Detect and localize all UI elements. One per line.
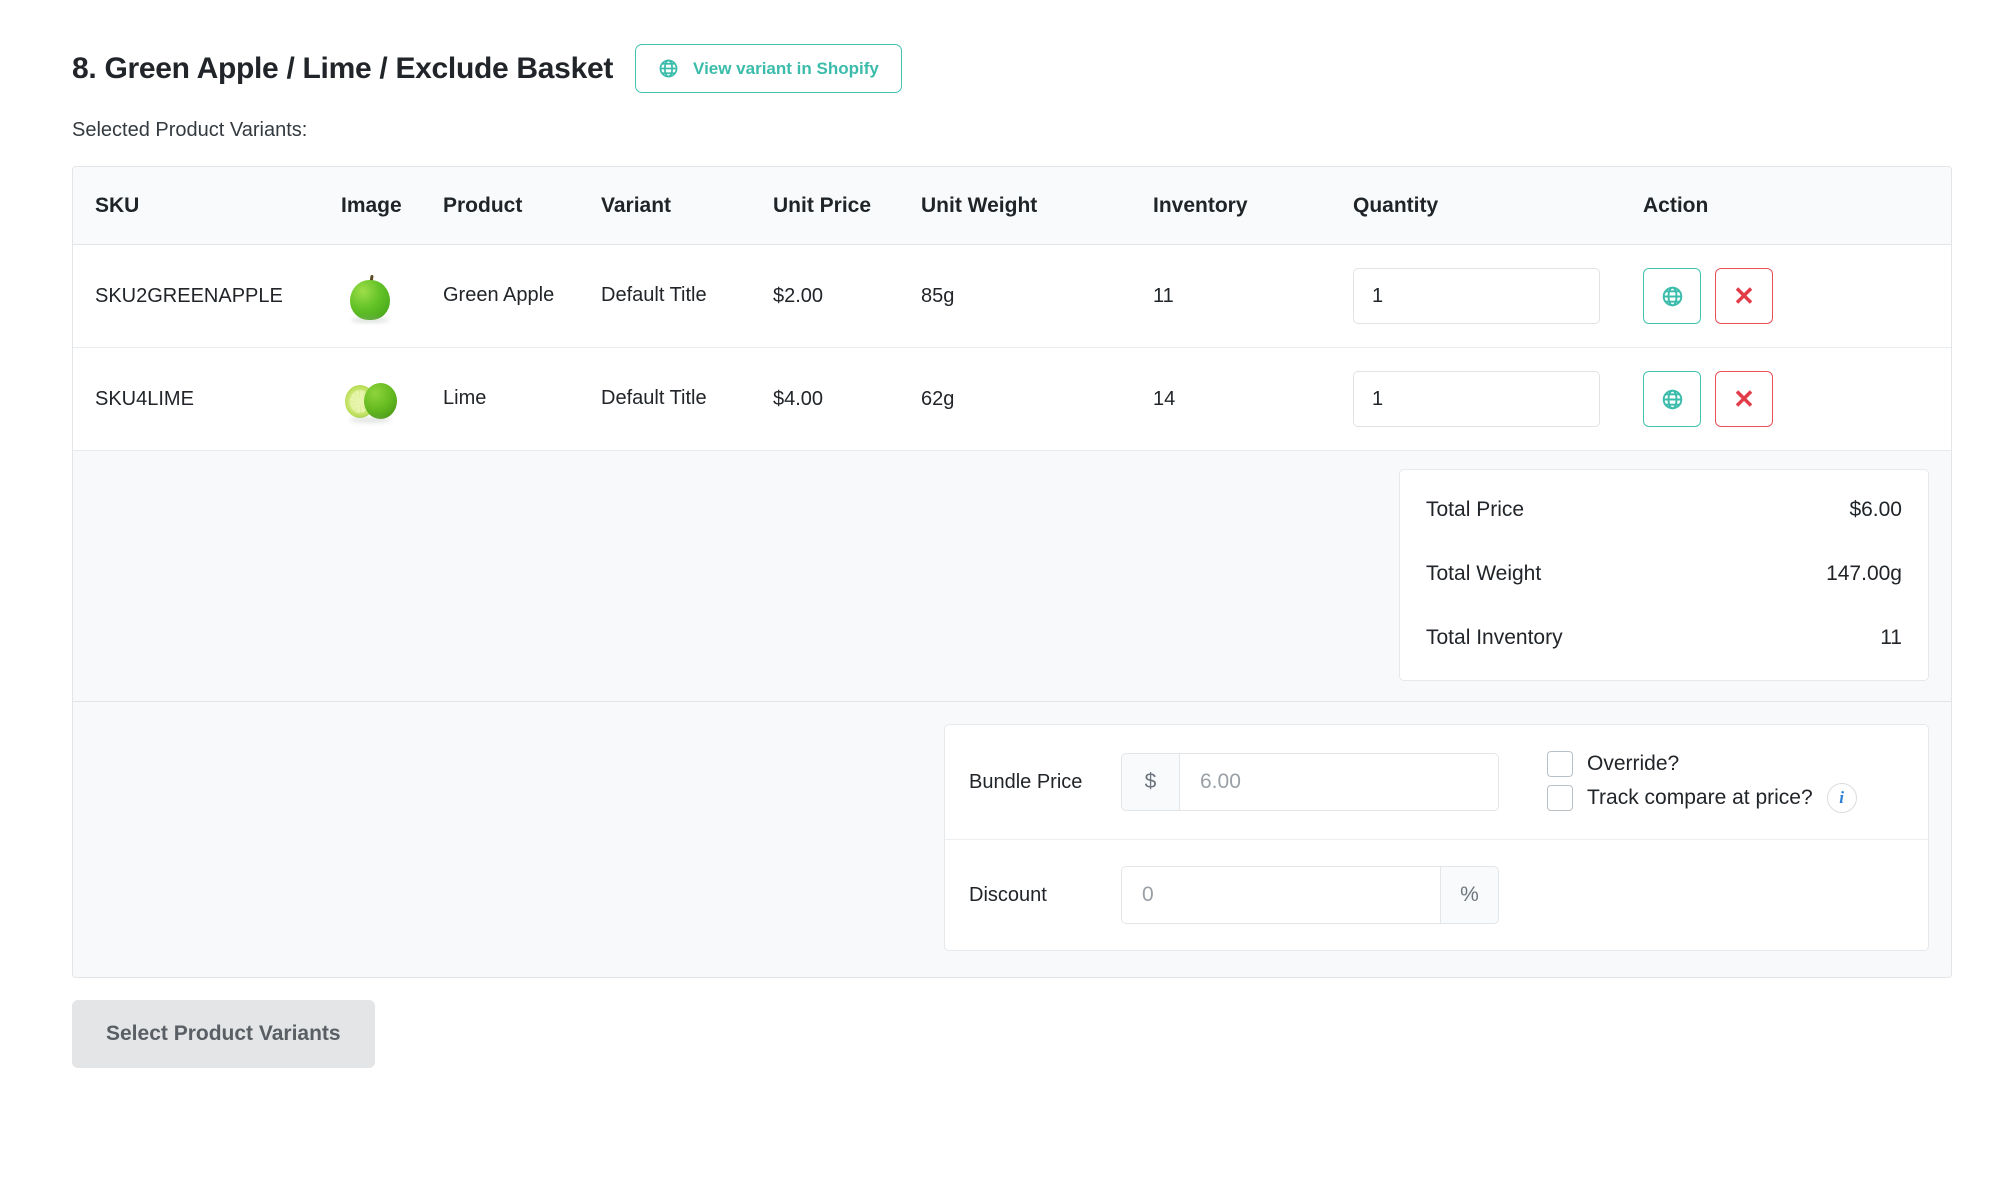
- discount-label: Discount: [969, 884, 1047, 906]
- table-header-row: SKU Image Product Variant Unit Price Uni…: [73, 167, 1951, 245]
- total-inventory-line: Total Inventory 11: [1426, 606, 1902, 670]
- remove-variant-button[interactable]: ✕: [1715, 268, 1773, 324]
- total-weight-label: Total Weight: [1426, 562, 1542, 585]
- row-action-group: ✕: [1643, 268, 1951, 324]
- pricing-cell: Bundle Price $ Override?: [73, 701, 1951, 977]
- cell-unit-price: $2.00: [773, 244, 921, 348]
- cell-unit-price: $4.00: [773, 347, 921, 451]
- total-price-line: Total Price $6.00: [1426, 478, 1902, 542]
- variants-table-container: SKU Image Product Variant Unit Price Uni…: [72, 166, 1952, 978]
- info-icon[interactable]: i: [1826, 783, 1857, 813]
- cell-unit-weight: 85g: [921, 244, 1153, 348]
- cell-image: [341, 244, 443, 348]
- bundle-price-label: Bundle Price: [969, 771, 1083, 793]
- footer-actions: Select Product Variants: [72, 1000, 2000, 1068]
- pricing-card: Bundle Price $ Override?: [944, 724, 1929, 951]
- cell-action: ✕: [1643, 244, 1951, 348]
- discount-line: Discount %: [945, 839, 1928, 950]
- override-checkbox[interactable]: [1547, 751, 1573, 777]
- pricing-holder: Bundle Price $ Override?: [73, 702, 1951, 977]
- bundle-price-input[interactable]: [1179, 753, 1499, 811]
- override-option: Override?: [1547, 751, 1857, 777]
- column-header-sku: SKU: [73, 167, 341, 245]
- row-action-group: ✕: [1643, 371, 1951, 427]
- view-variant-label: View variant in Shopify: [693, 58, 879, 78]
- product-name: Lime: [443, 387, 487, 410]
- cell-variant: Default Title: [601, 244, 773, 348]
- track-compare-checkbox[interactable]: [1547, 785, 1573, 811]
- percent-addon: %: [1441, 866, 1499, 924]
- quantity-input[interactable]: [1353, 268, 1600, 324]
- total-weight-value: 147.00g: [1826, 562, 1902, 585]
- table-body: SKU2GREENAPPLE Green Apple Default Title…: [73, 244, 1951, 977]
- cell-image: [341, 347, 443, 451]
- column-header-unit-price: Unit Price: [773, 167, 921, 245]
- column-header-quantity: Quantity: [1353, 167, 1643, 245]
- quantity-input[interactable]: [1353, 371, 1600, 427]
- cell-sku: SKU2GREENAPPLE: [73, 244, 341, 348]
- table-header: SKU Image Product Variant Unit Price Uni…: [73, 167, 1951, 245]
- column-header-inventory: Inventory: [1153, 167, 1353, 245]
- view-in-shopify-icon-button[interactable]: [1643, 268, 1701, 324]
- override-label: Override?: [1587, 752, 1680, 775]
- total-inventory-value: 11: [1880, 626, 1902, 649]
- globe-icon: [1662, 286, 1682, 306]
- bundle-price-line: Bundle Price $ Override?: [945, 725, 1928, 839]
- total-inventory-label: Total Inventory: [1426, 626, 1563, 649]
- totals-row: Total Price $6.00 Total Weight 147.00g T…: [73, 450, 1951, 702]
- section-header: 8. Green Apple / Lime / Exclude Basket V…: [72, 44, 2000, 93]
- totals-card: Total Price $6.00 Total Weight 147.00g T…: [1399, 469, 1929, 681]
- cell-unit-weight: 62g: [921, 347, 1153, 451]
- discount-input-group: %: [1121, 866, 1499, 924]
- close-x-icon: ✕: [1733, 384, 1755, 414]
- totals-holder: Total Price $6.00 Total Weight 147.00g T…: [73, 451, 1951, 701]
- cell-product: Lime: [443, 347, 601, 451]
- variants-table: SKU Image Product Variant Unit Price Uni…: [73, 167, 1951, 977]
- currency-addon: $: [1121, 753, 1179, 811]
- total-weight-line: Total Weight 147.00g: [1426, 542, 1902, 606]
- totals-cell: Total Price $6.00 Total Weight 147.00g T…: [73, 450, 1951, 702]
- cell-variant: Default Title: [601, 347, 773, 451]
- cell-inventory: 11: [1153, 244, 1353, 348]
- close-x-icon: ✕: [1733, 281, 1755, 311]
- cell-quantity: [1353, 347, 1643, 451]
- column-header-unit-weight: Unit Weight: [921, 167, 1153, 245]
- cell-action: ✕: [1643, 347, 1951, 451]
- globe-icon: [658, 58, 679, 79]
- product-name: Green Apple: [443, 284, 555, 307]
- view-in-shopify-icon-button[interactable]: [1643, 371, 1701, 427]
- track-compare-label: Track compare at price?: [1587, 786, 1813, 809]
- track-compare-option: Track compare at price? i: [1547, 783, 1857, 813]
- lime-thumbnail: [341, 370, 399, 428]
- cell-inventory: 14: [1153, 347, 1353, 451]
- total-price-label: Total Price: [1426, 498, 1525, 521]
- page-title: 8. Green Apple / Lime / Exclude Basket: [72, 51, 614, 85]
- bundle-price-input-group: $: [1121, 753, 1499, 811]
- pricing-options: Override? Track compare at price? i: [1547, 751, 1857, 813]
- variant-name: Default Title: [601, 387, 707, 410]
- cell-sku: SKU4LIME: [73, 347, 341, 451]
- view-variant-in-shopify-button[interactable]: View variant in Shopify: [635, 44, 902, 93]
- selected-variants-label: Selected Product Variants:: [72, 119, 308, 141]
- table-row: SKU2GREENAPPLE Green Apple Default Title…: [73, 244, 1951, 348]
- discount-input[interactable]: [1121, 866, 1441, 924]
- green-apple-thumbnail: [341, 267, 399, 325]
- remove-variant-button[interactable]: ✕: [1715, 371, 1773, 427]
- cell-quantity: [1353, 244, 1643, 348]
- total-price-value: $6.00: [1849, 498, 1902, 521]
- column-header-variant: Variant: [601, 167, 773, 245]
- table-row: SKU4LIME Lime Default Title $4.00 62g 14…: [73, 347, 1951, 451]
- bundle-variant-editor: 8. Green Apple / Lime / Exclude Basket V…: [0, 0, 2000, 1068]
- select-product-variants-button[interactable]: Select Product Variants: [72, 1000, 375, 1068]
- globe-icon: [1662, 389, 1682, 409]
- column-header-product: Product: [443, 167, 601, 245]
- variant-name: Default Title: [601, 284, 707, 307]
- pricing-row: Bundle Price $ Override?: [73, 701, 1951, 977]
- cell-product: Green Apple: [443, 244, 601, 348]
- column-header-action: Action: [1643, 167, 1951, 245]
- column-header-image: Image: [341, 167, 443, 245]
